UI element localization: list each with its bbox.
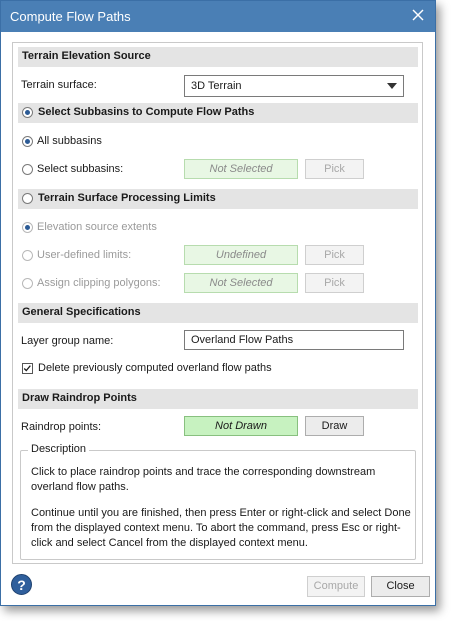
pick-subbasins-button[interactable]: Pick [305,159,364,179]
select-subbasins-label: Select subbasins: [37,163,124,175]
elevation-extents-radio[interactable] [22,222,33,233]
section-draw-raindrop-points: Draw Raindrop Points [18,389,418,409]
raindrop-points-label: Raindrop points: [21,421,102,433]
section-title: Terrain Elevation Source [22,50,151,62]
clipping-polygons-label: Assign clipping polygons: [37,277,161,289]
content-area: Terrain Elevation Source Terrain surface… [12,42,423,564]
section-title: Select Subbasins to Compute Flow Paths [38,106,255,118]
delete-paths-checkbox[interactable] [22,363,33,374]
user-defined-limits-radio[interactable] [22,250,33,261]
delete-paths-label: Delete previously computed overland flow… [38,362,272,374]
section-select-subbasins: Select Subbasins to Compute Flow Paths [18,103,418,123]
title-bar[interactable]: Compute Flow Paths [1,1,435,32]
user-limits-status-field: Undefined [184,245,298,265]
help-icon[interactable]: ? [11,574,32,595]
clipping-status-field: Not Selected [184,273,298,293]
description-group: Description Click to place raindrop poin… [20,443,416,562]
close-button[interactable]: Close [371,576,430,597]
section-general-specifications: General Specifications [18,303,418,323]
terrain-surface-value: 3D Terrain [191,80,242,92]
terrain-surface-label: Terrain surface: [21,79,97,91]
check-icon [23,365,31,372]
section-title: General Specifications [22,306,141,318]
close-icon[interactable] [410,7,426,23]
chevron-down-icon [387,83,397,89]
raindrop-status-field: Not Drawn [184,416,298,436]
user-defined-limits-label: User-defined limits: [37,249,132,261]
section-terrain-elevation-source: Terrain Elevation Source [18,47,418,67]
compute-button[interactable]: Compute [307,576,365,597]
limits-section-radio[interactable] [22,193,33,204]
section-processing-limits: Terrain Surface Processing Limits [18,189,418,209]
description-legend: Description [28,443,90,455]
all-subbasins-radio[interactable] [22,136,33,147]
description-paragraph: Click to place raindrop points and trace… [31,466,376,493]
subbasins-status-field: Not Selected [184,159,298,179]
clipping-polygons-radio[interactable] [22,278,33,289]
description-text: Click to place raindrop points and trace… [31,465,411,562]
section-title: Draw Raindrop Points [22,392,137,404]
compute-flow-paths-dialog: Compute Flow Paths Terrain Elevation Sou… [0,0,436,606]
elevation-extents-label: Elevation source extents [37,221,157,233]
subbasins-section-radio[interactable] [22,107,33,118]
layer-group-label: Layer group name: [21,335,114,347]
draw-button[interactable]: Draw [305,416,364,436]
all-subbasins-label: All subbasins [37,135,102,147]
description-paragraph: Continue until you are finished, then pr… [31,507,411,549]
pick-clipping-button[interactable]: Pick [305,273,364,293]
window-title: Compute Flow Paths [10,9,131,24]
select-subbasins-radio[interactable] [22,164,33,175]
section-title: Terrain Surface Processing Limits [38,192,216,204]
pick-limits-button[interactable]: Pick [305,245,364,265]
layer-group-input[interactable]: Overland Flow Paths [184,330,404,350]
terrain-surface-dropdown[interactable]: 3D Terrain [184,75,404,97]
